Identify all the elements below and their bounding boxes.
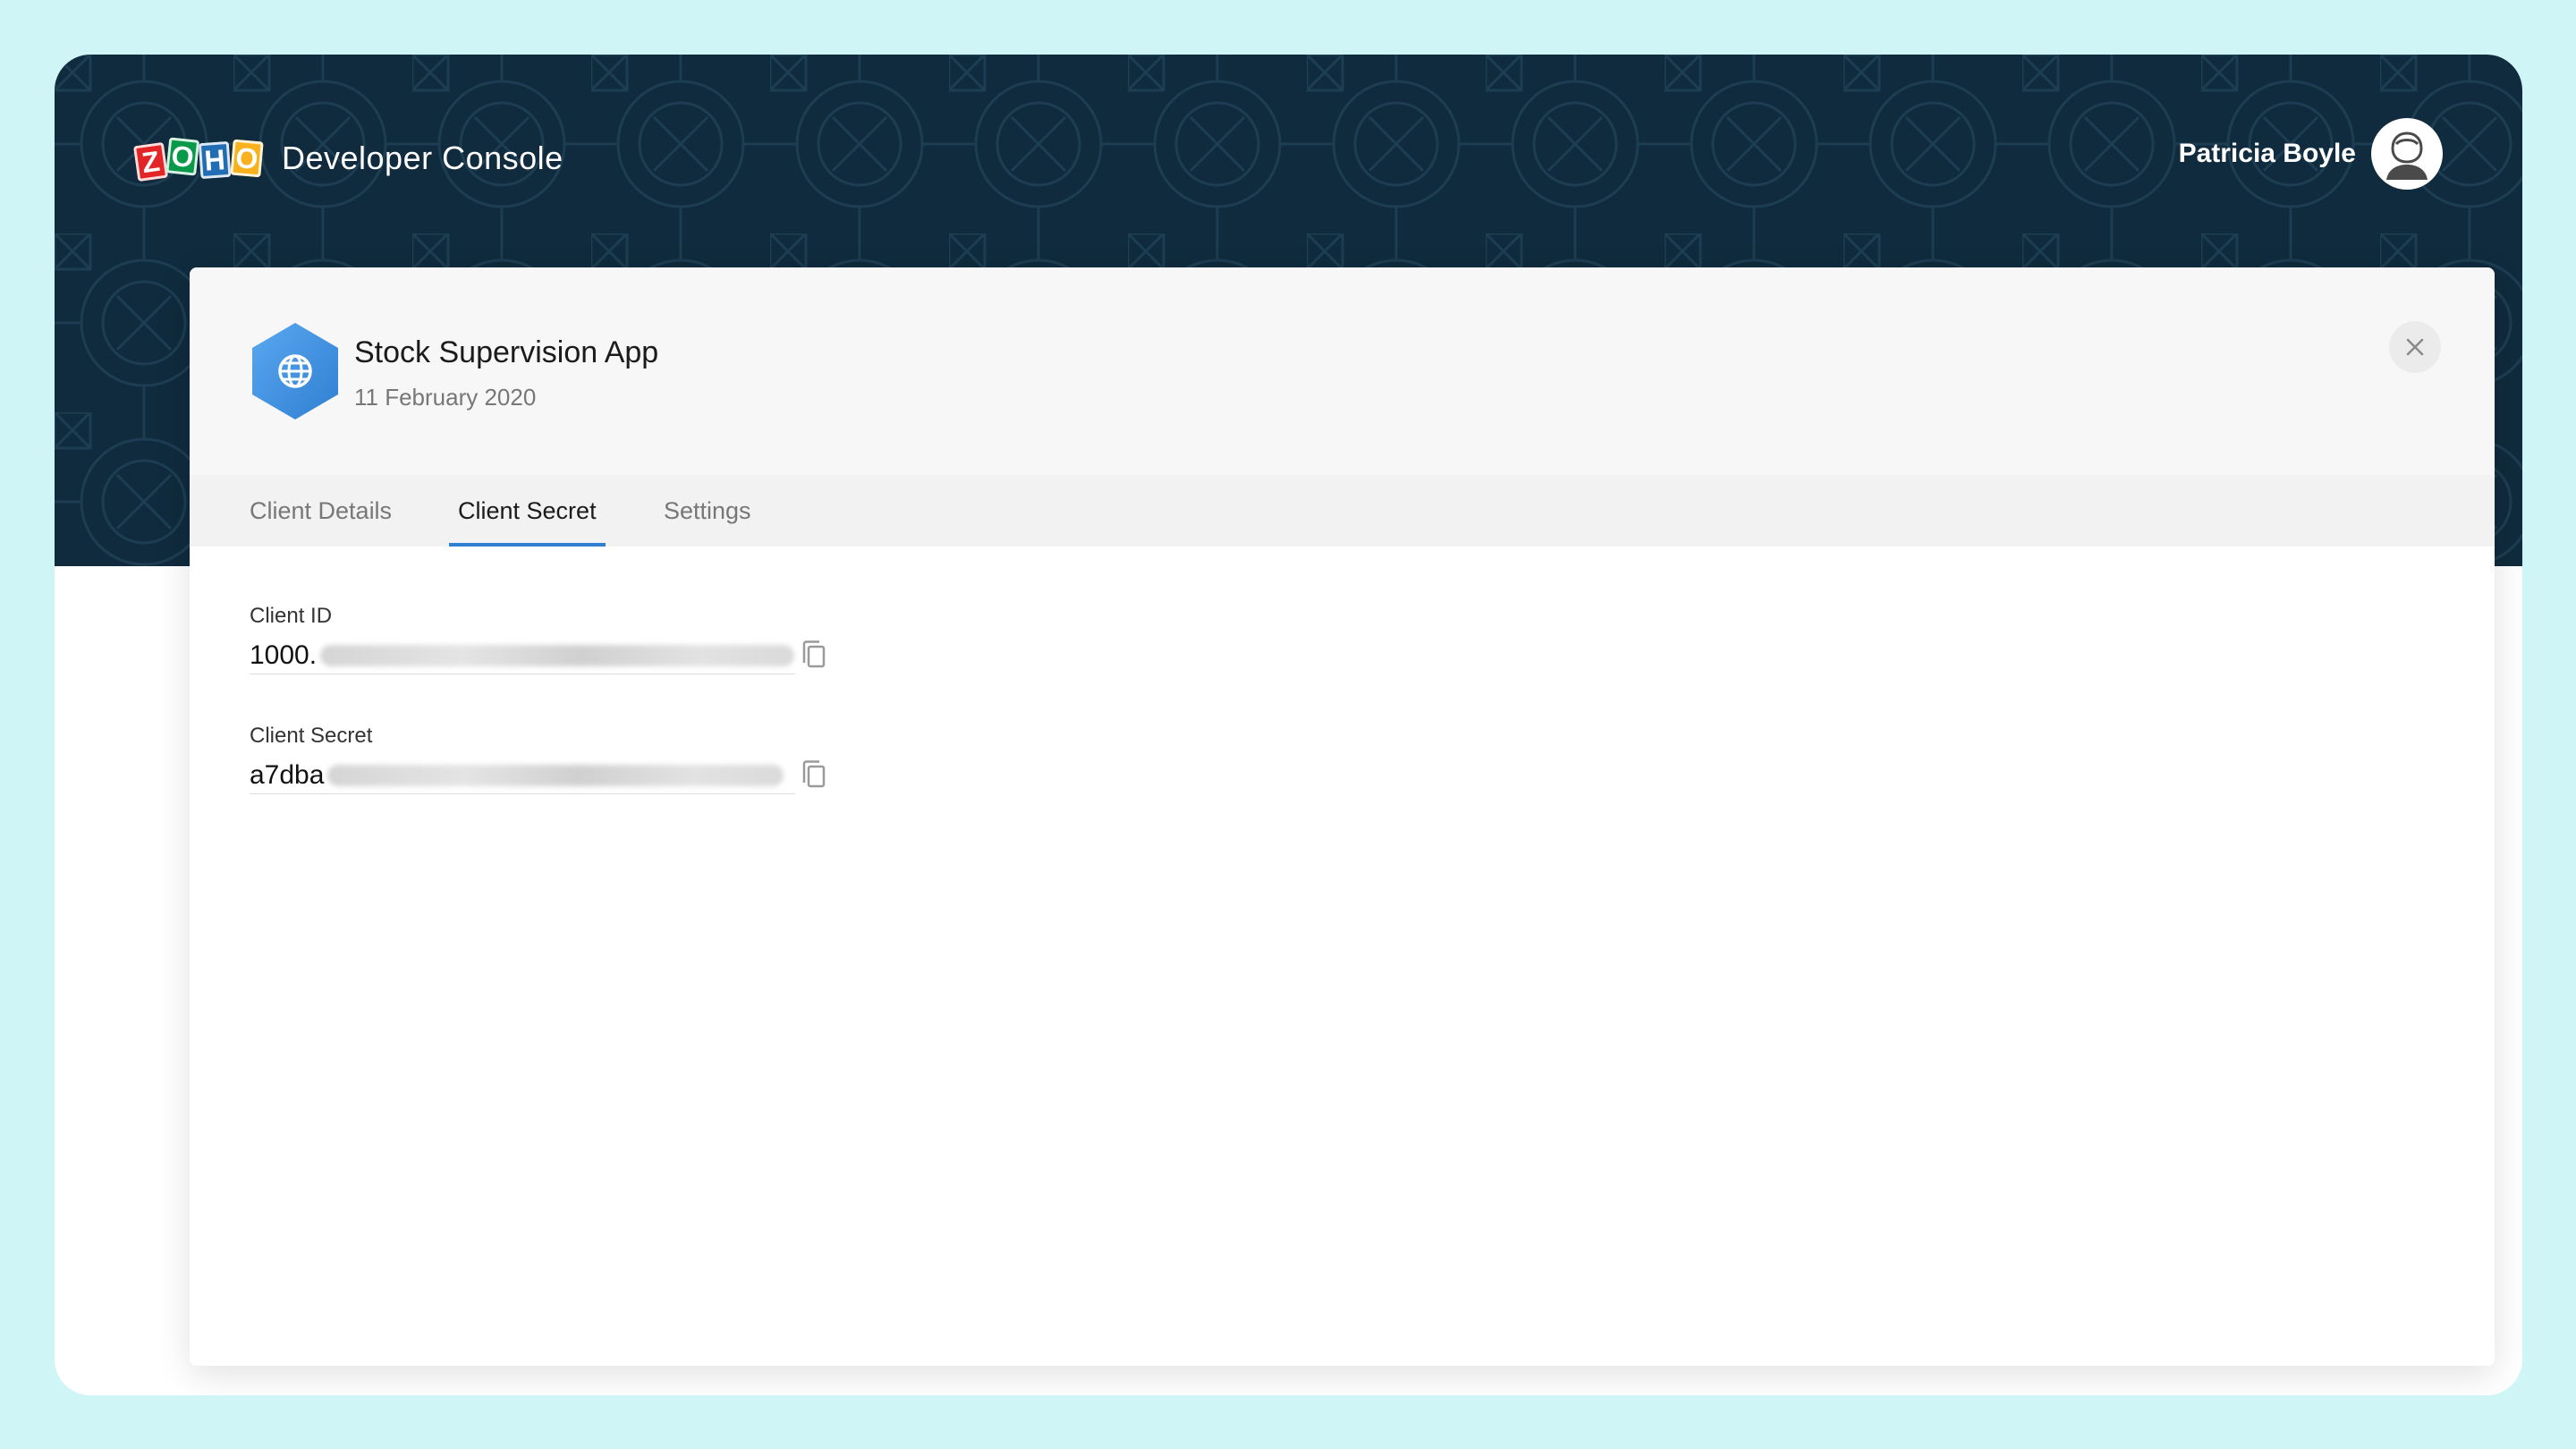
client-id-field[interactable]: 1000. bbox=[250, 638, 795, 674]
copy-icon[interactable] bbox=[801, 759, 827, 790]
client-secret-label: Client Secret bbox=[250, 724, 373, 748]
logo-tile-o-second: O bbox=[230, 139, 264, 178]
globe-icon bbox=[252, 323, 338, 419]
zoho-logo-tiles: Z O H O bbox=[132, 131, 264, 185]
close-icon bbox=[2406, 338, 2424, 356]
logo-tile-o: O bbox=[165, 137, 200, 176]
client-secret-field[interactable]: a7dba bbox=[250, 758, 795, 794]
console-title: Developer Console bbox=[282, 140, 564, 176]
user-avatar-icon[interactable] bbox=[2374, 121, 2440, 187]
logo-tile-h: H bbox=[198, 140, 232, 180]
tab-client-details[interactable]: Client Details bbox=[241, 475, 401, 547]
client-secret-redacted bbox=[327, 765, 784, 786]
tab-client-secret[interactable]: Client Secret bbox=[449, 475, 606, 547]
tab-settings[interactable]: Settings bbox=[655, 475, 760, 547]
app-name: Stock Supervision App bbox=[354, 335, 659, 369]
client-id-label: Client ID bbox=[250, 604, 333, 628]
app-header: Stock Supervision App 11 February 2020 bbox=[190, 267, 2495, 475]
user-name: Patricia Boyle bbox=[2178, 139, 2356, 168]
zoho-logo[interactable]: Z O H O Developer Console bbox=[132, 131, 564, 185]
close-button[interactable] bbox=[2389, 321, 2441, 373]
app-details-card: Stock Supervision App 11 February 2020 C… bbox=[190, 267, 2495, 1366]
client-secret-value: a7dba bbox=[250, 760, 325, 790]
console-window: Z O H O Developer Console Patricia Boyle bbox=[55, 55, 2522, 1395]
app-created-date: 11 February 2020 bbox=[354, 384, 537, 411]
client-id-redacted bbox=[320, 645, 795, 666]
user-menu[interactable]: Patricia Boyle bbox=[2179, 121, 2440, 187]
client-id-value: 1000. bbox=[250, 640, 318, 670]
tab-bar: Client Details Client Secret Settings bbox=[190, 475, 2495, 547]
logo-tile-z: Z bbox=[132, 141, 169, 182]
copy-icon[interactable] bbox=[801, 640, 827, 670]
